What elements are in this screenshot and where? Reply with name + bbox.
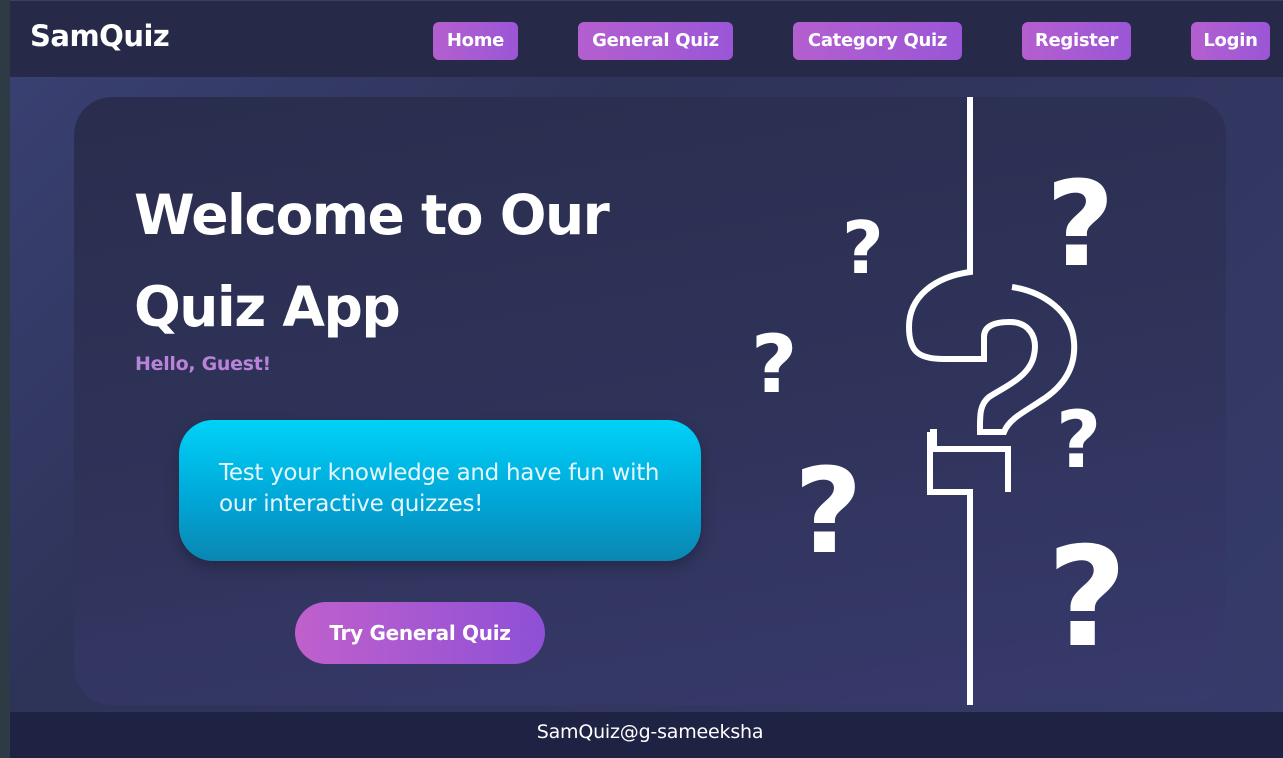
headline-line-1: Welcome to Our: [134, 183, 610, 247]
navbar: SamQuiz Home General Quiz Category Quiz …: [10, 0, 1283, 77]
nav-register-button[interactable]: Register: [1022, 22, 1131, 60]
headline-line-2: Quiz App: [134, 275, 401, 339]
question-mark-right-small: ?: [1056, 396, 1101, 486]
question-mark-small-top: ?: [842, 206, 884, 290]
question-marks-illustration: ? ? ? ? ? ?: [734, 97, 1226, 705]
try-general-quiz-button[interactable]: Try General Quiz: [295, 602, 545, 664]
question-mark-bottom-left: ?: [794, 442, 862, 580]
footer: SamQuiz@g-sameeksha: [10, 712, 1283, 758]
hero-card: Welcome to Our Quiz App Hello, Guest! Te…: [74, 97, 1226, 705]
question-marks-svg: ? ? ? ? ? ?: [751, 97, 1127, 705]
vertical-line-lower: [927, 432, 973, 705]
info-text: Test your knowledge and have fun with ou…: [219, 460, 660, 517]
app-root: SamQuiz Home General Quiz Category Quiz …: [10, 0, 1283, 758]
nav-category-quiz-button[interactable]: Category Quiz: [793, 22, 962, 60]
window-left-edge: [0, 0, 10, 758]
nav-home-button[interactable]: Home: [433, 22, 518, 60]
nav-general-quiz-button[interactable]: General Quiz: [578, 22, 733, 60]
question-mark-bottom-right: ?: [1047, 517, 1127, 678]
footer-credit: SamQuiz@g-sameeksha: [536, 721, 764, 743]
hero-headline: Welcome to Our Quiz App: [134, 169, 694, 353]
greeting-text: Hello, Guest!: [135, 353, 271, 375]
question-mark-top-right: ?: [1046, 155, 1114, 293]
center-dot-outline: [930, 429, 1011, 492]
question-mark-left: ?: [751, 318, 797, 411]
info-box: Test your knowledge and have fun with ou…: [179, 420, 701, 561]
nav-login-button[interactable]: Login: [1191, 22, 1270, 60]
brand-logo[interactable]: SamQuiz: [30, 19, 170, 53]
